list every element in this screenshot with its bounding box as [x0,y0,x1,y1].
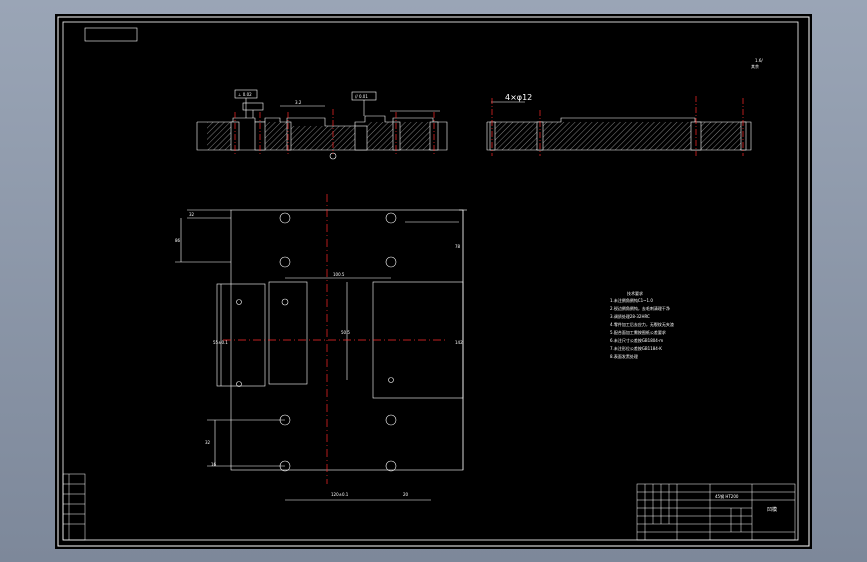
tech-req-item: 1.未注倒角倒钝C1~1.0 [610,297,653,303]
top-right-note-2: 其余 [751,63,759,69]
tech-req-item: 2.锐边倒角倒钝，去毛刺清理干净 [610,305,670,311]
drawing-canvas: ⊥ 0.02 // 0.01 3.2 4×φ12 1.6/ 其余 32 86 7… [57,16,810,547]
tech-req-item: 4.零件加工后去应力，无裂纹无夹渣 [610,321,674,327]
top-right-note-1: 1.6/ [755,58,763,63]
cad-viewport[interactable]: ⊥ 0.02 // 0.01 3.2 4×φ12 1.6/ 其余 32 86 7… [55,14,812,549]
dim-left-mid: 86 [175,238,181,243]
tech-req-item: 6.未注尺寸公差按GB1804-m [610,337,663,343]
tech-req-item: 3.调质处理28-32HRC [610,313,650,319]
gdt-label-1: ⊥ 0.02 [238,92,252,97]
tech-req-item: 8.表面发黑处理 [610,353,638,359]
tech-req-item: 7.未注形位公差按GB1184-K [610,345,662,351]
plan-view [175,209,467,501]
dim-left-top: 32 [189,212,195,217]
tech-req-title: 技术要求 [627,290,643,296]
plan-view-centerlines [223,194,447,484]
inner-border [62,21,799,541]
dim-bottom-left-b: 16 [211,462,217,467]
section-view-left [196,89,448,160]
dim-height-total: 142 [455,340,463,345]
dim-bottom-right: 20 [403,492,409,497]
tech-requirements: 技术要求 1.未注倒角倒钝C1~1.0 2.锐边倒角倒钝，去毛刺清理干净 3.调… [610,290,674,359]
section-view-right [486,101,752,151]
dim-right-height: 78 [455,244,461,249]
roughness-label: 3.2 [295,100,302,105]
gdt-label-2: // 0.01 [355,94,368,99]
margin-table [62,473,86,541]
title-block-part-name: 凹模 [767,506,777,513]
dim-4x-phi12: 4×φ12 [505,93,532,102]
dim-bottom-width: 120±0.1 [331,492,349,497]
title-block-material: 45钢 HT200 [715,493,739,499]
dim-center-width: 100.5 [333,272,345,277]
drawing-number-box [84,27,138,42]
dim-center-height: 50.5 [341,330,350,335]
tech-req-item: 5.配合面加工需按图纸公差要求 [610,329,666,335]
dim-left-slot: 55±0.1 [213,340,228,345]
dim-bottom-left-a: 32 [205,440,211,445]
